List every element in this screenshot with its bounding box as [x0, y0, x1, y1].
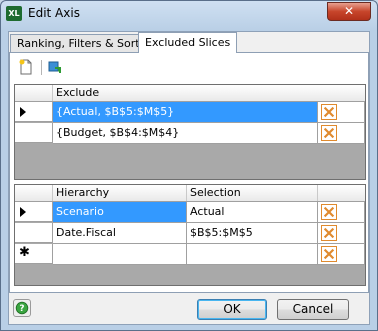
cancel-button[interactable]: Cancel	[277, 299, 349, 320]
exclude-cell[interactable]: {Actual, $B$5:$M$5}	[53, 102, 318, 123]
hierarchy-row[interactable]: Scenario Actual	[15, 202, 365, 223]
title-bar[interactable]: XL Edit Axis ✕	[1, 1, 377, 27]
selection-cell[interactable]: Actual	[187, 202, 318, 223]
exclude-row[interactable]: {Actual, $B$5:$M$5}	[15, 102, 365, 123]
delete-cell	[318, 123, 365, 144]
selection-cell[interactable]	[187, 244, 318, 265]
selection-column-header[interactable]: Selection	[187, 185, 318, 201]
exclude-column-header[interactable]: Exclude	[53, 85, 365, 101]
delete-x-icon[interactable]	[321, 125, 337, 141]
xl-app-icon: XL	[6, 6, 22, 21]
exclude-row[interactable]: {Budget, $B$4:$M$4}	[15, 123, 365, 144]
ok-button[interactable]: OK	[197, 299, 267, 320]
dialog-client-area: Ranking, Filters & Sorting Excluded Slic…	[8, 31, 370, 325]
new-document-icon[interactable]	[18, 59, 34, 75]
selection-cell[interactable]: $B$5:$M$5	[187, 223, 318, 244]
svg-text:?: ?	[19, 304, 24, 314]
hierarchy-cell[interactable]: Date.Fiscal	[53, 223, 187, 244]
row-selector[interactable]	[15, 102, 53, 122]
delete-x-icon[interactable]	[321, 225, 337, 241]
hierarchy-grid-header: Hierarchy Selection	[15, 185, 365, 202]
exclude-grid: Exclude {Actual, $B$5:$M$5} {Budget, $B$…	[14, 84, 366, 180]
row-selector[interactable]	[15, 223, 53, 243]
delete-cell	[318, 244, 365, 265]
delete-column-header	[318, 185, 365, 201]
current-row-arrow-icon	[20, 207, 26, 217]
new-row[interactable]: ✱	[15, 244, 365, 265]
toolbar-separator	[41, 60, 42, 75]
edit-axis-dialog: XL Edit Axis ✕ Ranking, Filters & Sortin…	[0, 0, 378, 331]
row-selector-header	[15, 185, 53, 201]
close-button[interactable]: ✕	[327, 2, 371, 21]
delete-cell	[318, 102, 365, 123]
row-selector[interactable]: ✱	[15, 244, 53, 264]
delete-cell	[318, 202, 365, 223]
hierarchy-column-header[interactable]: Hierarchy	[53, 185, 187, 201]
row-selector[interactable]	[15, 123, 53, 143]
exclude-grid-header: Exclude	[15, 85, 365, 102]
delete-x-icon[interactable]	[321, 246, 337, 262]
new-row-asterisk-icon: ✱	[19, 245, 30, 260]
row-selector-header	[15, 85, 53, 101]
excluded-slices-panel: Exclude {Actual, $B$5:$M$5} {Budget, $B$…	[9, 52, 369, 293]
hierarchy-grid: Hierarchy Selection Scenario Actual Date…	[14, 184, 366, 286]
window-title: Edit Axis	[28, 6, 80, 20]
delete-cell	[318, 223, 365, 244]
exclude-cell[interactable]: {Budget, $B$4:$M$4}	[53, 123, 318, 144]
tab-strip: Ranking, Filters & Sorting Excluded Slic…	[9, 32, 369, 53]
hierarchy-cell[interactable]: Scenario	[53, 202, 187, 223]
delete-x-icon[interactable]	[321, 104, 337, 120]
hierarchy-row[interactable]: Date.Fiscal $B$5:$M$5	[15, 223, 365, 244]
hierarchy-cell[interactable]	[53, 244, 187, 265]
current-row-arrow-icon	[20, 107, 26, 117]
help-icon[interactable]: ?	[13, 299, 31, 317]
refresh-icon[interactable]	[47, 59, 63, 75]
delete-x-icon[interactable]	[321, 204, 337, 220]
row-selector[interactable]	[15, 202, 53, 222]
tab-excluded-slices[interactable]: Excluded Slices	[138, 32, 238, 53]
